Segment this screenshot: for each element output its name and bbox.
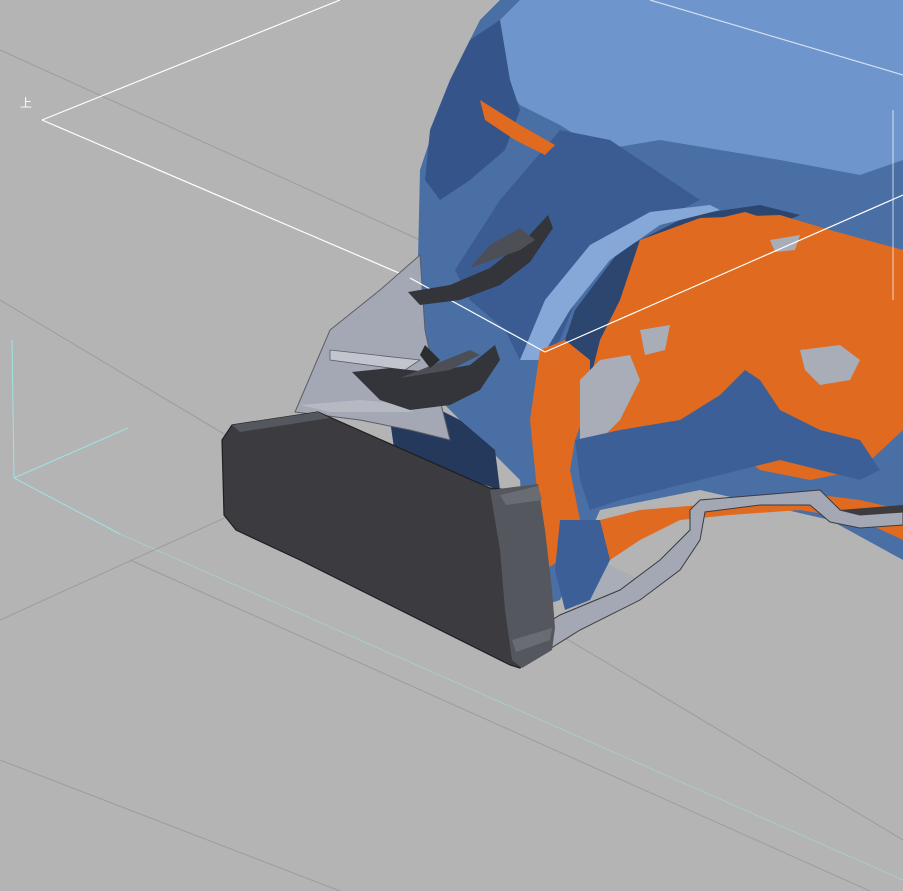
plane-label-glyph: 上 [20,96,33,110]
construction-plane-back [41,0,421,283]
3d-viewport[interactable]: 上 [0,0,903,891]
scene-canvas[interactable] [0,0,903,891]
